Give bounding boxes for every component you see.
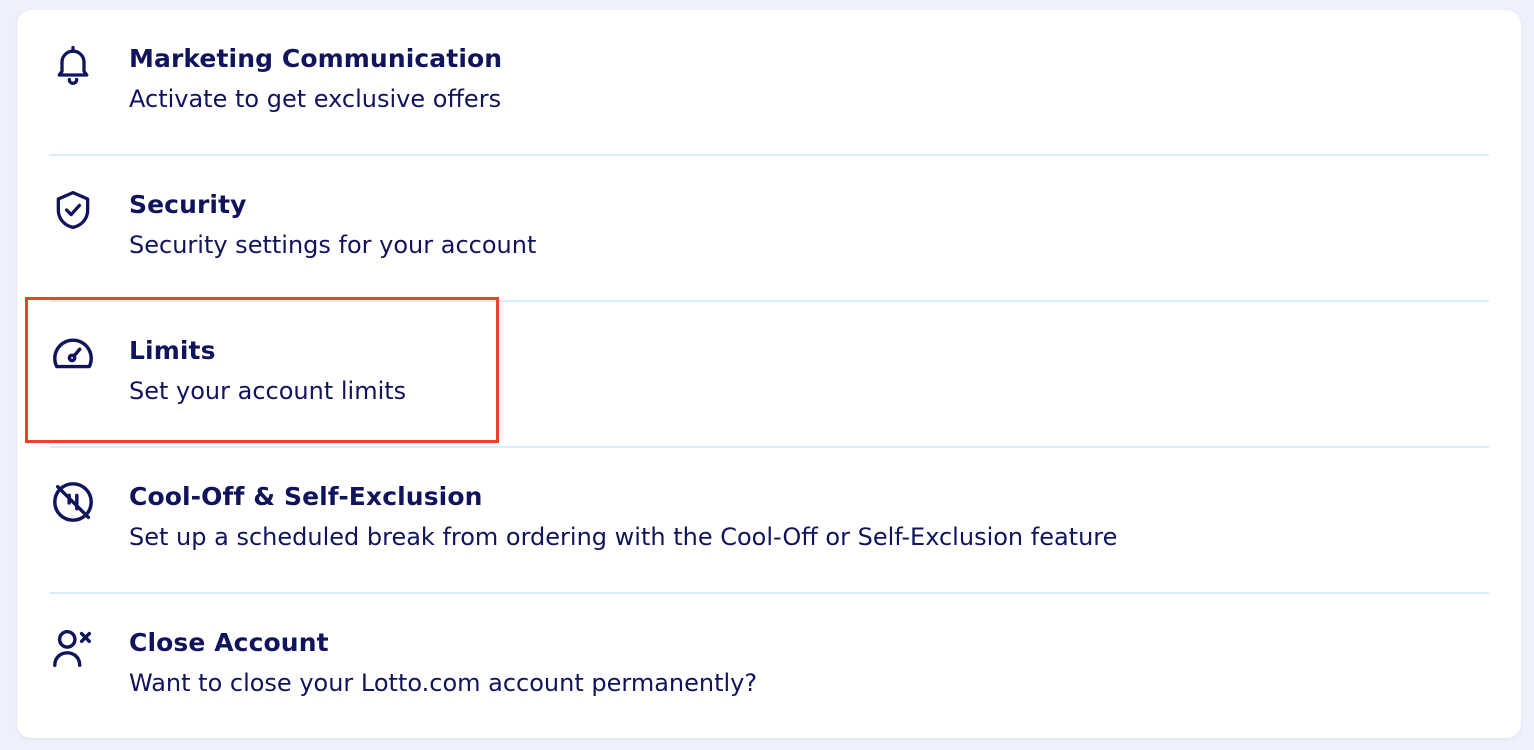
shield-check-icon	[49, 186, 97, 234]
settings-item-description: Security settings for your account	[129, 231, 537, 259]
gauge-icon	[49, 332, 97, 380]
settings-item-description: Set your account limits	[129, 377, 407, 405]
settings-item-description: Activate to get exclusive offers	[129, 85, 502, 113]
settings-item-marketing-communication[interactable]: Marketing Communication Activate to get …	[49, 10, 1489, 156]
settings-item-title: Security	[129, 190, 247, 219]
bell-icon	[49, 40, 97, 88]
settings-item-limits[interactable]: Limits Set your account limits	[49, 302, 1489, 448]
settings-item-close-account[interactable]: Close Account Want to close your Lotto.c…	[49, 594, 1489, 740]
user-remove-icon	[49, 624, 97, 672]
settings-item-title: Cool-Off & Self-Exclusion	[129, 482, 483, 511]
pause-slash-icon	[49, 478, 97, 526]
settings-item-cool-off-self-exclusion[interactable]: Cool-Off & Self-Exclusion Set up a sched…	[49, 448, 1489, 594]
settings-item-title: Limits	[129, 336, 216, 365]
settings-item-description: Set up a scheduled break from ordering w…	[129, 523, 1118, 551]
settings-item-description: Want to close your Lotto.com account per…	[129, 669, 758, 697]
settings-item-security[interactable]: Security Security settings for your acco…	[49, 156, 1489, 302]
settings-item-title: Close Account	[129, 628, 329, 657]
settings-card: Marketing Communication Activate to get …	[17, 10, 1521, 738]
settings-item-title: Marketing Communication	[129, 44, 503, 73]
